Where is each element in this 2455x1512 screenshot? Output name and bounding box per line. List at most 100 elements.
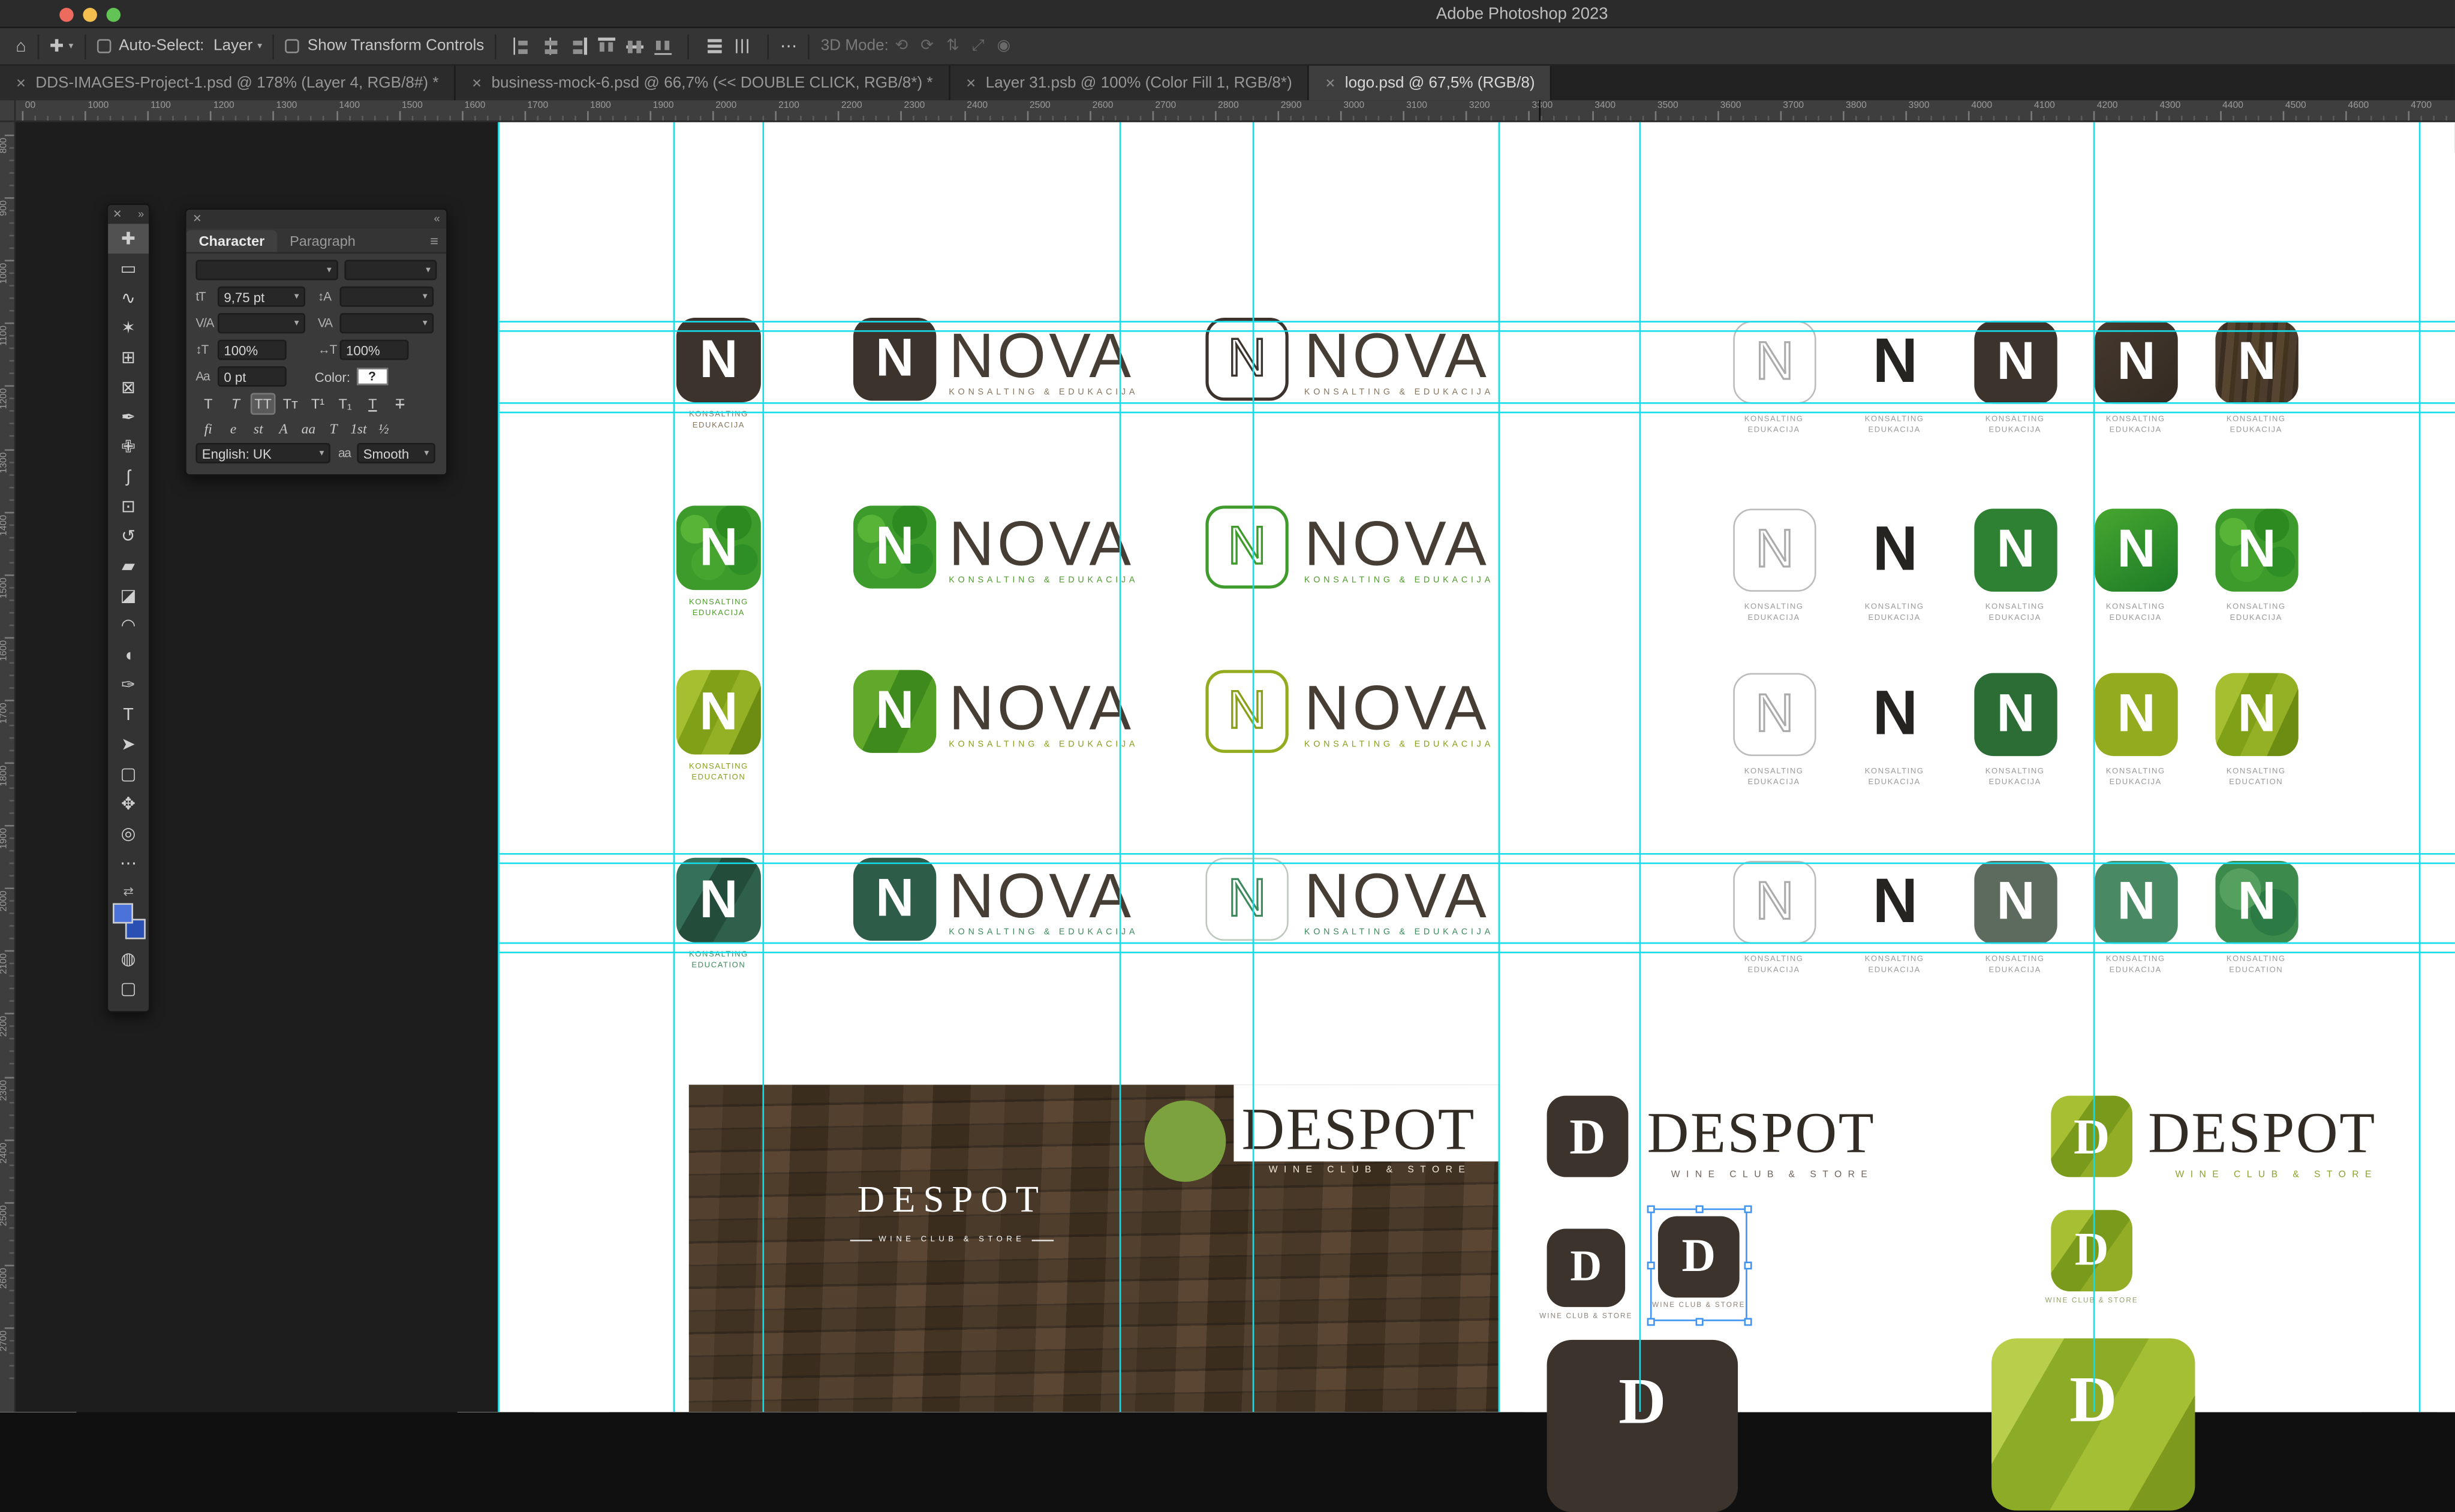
tab-paragraph[interactable]: Paragraph: [277, 229, 368, 251]
shape-tool[interactable]: ▢: [108, 759, 149, 789]
type-tool[interactable]: T: [108, 700, 149, 730]
ligatures-button[interactable]: fi: [195, 421, 221, 436]
vertical-scale-field[interactable]: 100%: [218, 340, 287, 360]
brush-tool[interactable]: ʃ: [108, 462, 149, 492]
minimize-button[interactable]: [83, 7, 97, 21]
strikethrough-button[interactable]: T: [387, 393, 413, 415]
dodge-tool[interactable]: ◖: [108, 640, 149, 670]
align-top-icon[interactable]: [596, 36, 616, 56]
panel-close-icon[interactable]: ✕: [192, 213, 201, 225]
frame-tool[interactable]: ⊠: [108, 372, 149, 402]
baseline-shift-field[interactable]: 0 pt: [218, 366, 287, 387]
swap-colors-icon[interactable]: ⇄: [108, 881, 149, 900]
align-right-icon[interactable]: [568, 36, 588, 56]
home-icon[interactable]: ⌂: [16, 37, 26, 55]
document-tab[interactable]: ✕logo.psd @ 67,5% (RGB/8): [1310, 66, 1553, 100]
marquee-tool[interactable]: ▭: [108, 254, 149, 284]
antialias-select[interactable]: Smooth▾: [357, 443, 435, 463]
auto-select-mode-dropdown[interactable]: Layer ▾: [213, 38, 262, 55]
horizontal-scale-field[interactable]: 100%: [340, 340, 409, 360]
panel-menu-icon[interactable]: ≡: [430, 233, 438, 248]
eraser-tool[interactable]: ▰: [108, 551, 149, 581]
tab-close-icon[interactable]: ✕: [16, 76, 26, 90]
document-tab[interactable]: ✕Layer 31.psb @ 100% (Color Fill 1, RGB/…: [950, 66, 1309, 100]
ruler-left[interactable]: 8009001000110012001300140015001600170018…: [0, 122, 16, 1412]
all-caps-button[interactable]: TT: [251, 393, 276, 415]
3d-mode-icon-5[interactable]: ◉: [997, 38, 1011, 55]
auto-select-checkbox[interactable]: [97, 39, 111, 53]
swash-button[interactable]: e: [221, 421, 246, 436]
3d-mode-icon-3[interactable]: ⇅: [946, 38, 959, 55]
3d-mode-icon-2[interactable]: ⟳: [920, 38, 934, 55]
hand-tool[interactable]: ✥: [108, 789, 149, 819]
stylistic-alternates-button[interactable]: aa: [296, 421, 321, 436]
history-brush-tool[interactable]: ↺: [108, 521, 149, 551]
screen-mode-icon[interactable]: ▢: [108, 974, 149, 1004]
tab-close-icon[interactable]: ✕: [1325, 76, 1336, 90]
fractions-button[interactable]: ½: [371, 421, 396, 436]
superscript-button[interactable]: T¹: [305, 393, 330, 415]
quick-select-tool[interactable]: ✶: [108, 313, 149, 343]
zoom-button[interactable]: [107, 7, 121, 21]
gradient-tool[interactable]: ◪: [108, 581, 149, 611]
align-left-icon[interactable]: [512, 36, 532, 56]
distribute-horizontal-icon[interactable]: [704, 36, 724, 56]
lasso-tool[interactable]: ∿: [108, 284, 149, 314]
text-color-swatch[interactable]: ?: [356, 368, 387, 385]
canvas[interactable]: [498, 122, 2455, 1412]
panel-close-icon[interactable]: ✕: [113, 208, 122, 221]
3d-mode-icon-1[interactable]: ⟲: [895, 38, 908, 55]
leading-field[interactable]: ▾: [340, 287, 434, 307]
move-tool[interactable]: ✚: [108, 224, 149, 254]
foreground-color-swatch[interactable]: [113, 903, 133, 923]
titling-alternates-button[interactable]: A: [271, 421, 296, 436]
document-tab[interactable]: ✕business-mock-6.psd @ 66,7% (<< DOUBLE …: [456, 66, 950, 100]
kerning-field[interactable]: ▾: [218, 313, 305, 333]
ruler-cursor-marker: [1539, 100, 1541, 122]
pen-tool[interactable]: ✑: [108, 670, 149, 700]
distribute-vertical-icon[interactable]: [732, 36, 753, 56]
tab-close-icon[interactable]: ✕: [471, 76, 482, 90]
language-select[interactable]: English: UK▾: [195, 443, 330, 463]
blur-tool[interactable]: ◠: [108, 610, 149, 640]
eyedropper-tool[interactable]: ✒: [108, 402, 149, 432]
panel-expand-icon[interactable]: »: [138, 209, 144, 220]
clone-stamp-tool[interactable]: ⊡: [108, 492, 149, 522]
ornaments-button[interactable]: T: [321, 421, 346, 436]
show-transform-checkbox[interactable]: [285, 39, 299, 53]
ordinals-button[interactable]: 1st: [346, 421, 371, 436]
edit-toolbar[interactable]: ⋯: [108, 848, 149, 878]
ruler-corner: [0, 100, 16, 122]
small-caps-button[interactable]: Tᴛ: [278, 393, 303, 415]
zoom-tool[interactable]: ◎: [108, 819, 149, 849]
crop-tool[interactable]: ⊞: [108, 343, 149, 373]
underline-button[interactable]: T: [360, 393, 386, 415]
tracking-field[interactable]: ▾: [340, 313, 434, 333]
ruler-top[interactable]: 0010001100120013001400150016001700180019…: [16, 100, 2455, 122]
discretionary-ligatures-button[interactable]: st: [246, 421, 271, 436]
move-tool-preset-icon[interactable]: ✚: [50, 36, 64, 56]
healing-tool[interactable]: ✙: [108, 432, 149, 462]
ruler-number: 3900: [1909, 101, 1930, 110]
subscript-button[interactable]: T₁: [333, 393, 358, 415]
ruler-number: 2600: [1093, 101, 1114, 110]
3d-mode-icon-4[interactable]: ⤢: [972, 38, 985, 55]
panel-collapse-icon[interactable]: «: [434, 213, 440, 224]
align-center-horizontal-icon[interactable]: [540, 36, 560, 56]
faux-bold-button[interactable]: T: [195, 393, 221, 415]
font-size-field[interactable]: 9,75 pt▾: [218, 287, 305, 307]
ruler-number: 1900: [653, 101, 674, 110]
document-tab[interactable]: ✕DDS-IMAGES-Project-1.psd @ 178% (Layer …: [0, 66, 456, 100]
font-style-select[interactable]: ▾: [344, 260, 437, 280]
align-bottom-icon[interactable]: [652, 36, 673, 56]
ruler-number: 3000: [1343, 101, 1364, 110]
close-button[interactable]: [59, 7, 73, 21]
path-select-tool[interactable]: ➤: [108, 730, 149, 760]
more-align-options-icon[interactable]: ⋯: [780, 36, 798, 56]
quick-mask-icon[interactable]: ◍: [108, 944, 149, 974]
font-family-select[interactable]: ▾: [195, 260, 338, 280]
faux-italic-button[interactable]: T: [223, 393, 248, 415]
tab-character[interactable]: Character: [186, 229, 278, 251]
tab-close-icon[interactable]: ✕: [965, 76, 976, 90]
align-center-vertical-icon[interactable]: [624, 36, 645, 56]
